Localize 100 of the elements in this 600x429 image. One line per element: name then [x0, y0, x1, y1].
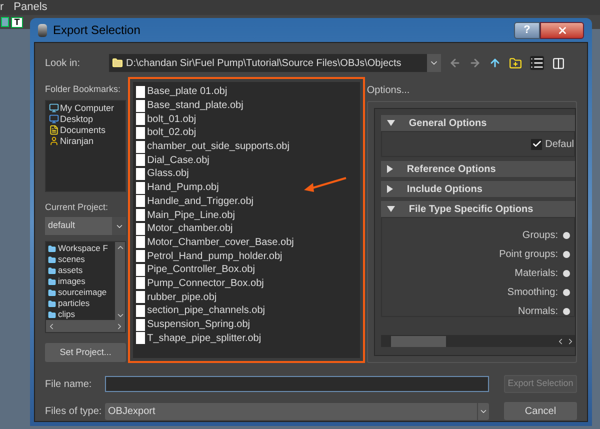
field-label: File name: — [45, 378, 93, 392]
vertical-scrollbar[interactable] — [115, 242, 126, 321]
back-icon[interactable] — [449, 57, 461, 69]
project-dropdown[interactable]: default — [45, 217, 126, 235]
scroll-down-icon[interactable] — [116, 311, 125, 320]
option-label: Groups: — [522, 229, 558, 243]
radio-button[interactable] — [563, 289, 570, 296]
scroll-left-icon[interactable] — [47, 322, 56, 330]
app-icon — [38, 24, 47, 36]
forward-icon[interactable] — [469, 57, 481, 69]
folder-item[interactable]: assets — [58, 265, 83, 276]
field-label: Files of type: — [45, 404, 103, 418]
field-label: Look in: — [45, 56, 82, 70]
file-icon — [136, 154, 146, 166]
file-icon — [136, 168, 146, 180]
checkbox[interactable] — [531, 138, 542, 150]
file-item[interactable]: Motor_chamber.obj — [147, 221, 233, 236]
section-header[interactable]: File Type Specific Options — [380, 201, 575, 217]
folder-item[interactable]: sourceimage — [58, 287, 107, 298]
look-in-dropdown[interactable]: D:\chandan Sir\Fuel Pump\Tutorial\Source Files\OBJs\Objects — [109, 54, 441, 72]
option-label: Normals: — [518, 305, 558, 319]
folder-icon — [48, 310, 56, 318]
file-icon — [136, 264, 146, 276]
bookmark-item[interactable]: Documents — [60, 124, 106, 136]
file-type-dropdown[interactable]: OBJexport — [105, 402, 489, 420]
file-item[interactable]: Main_Pipe_Line.obj — [147, 208, 235, 223]
cancel-button[interactable]: Cancel — [504, 402, 577, 420]
option-label: Materials: — [514, 267, 558, 281]
folder-item[interactable]: clips — [58, 309, 76, 320]
file-item[interactable]: T_shape_pipe_splitter.obj — [147, 330, 262, 346]
file-item[interactable]: Base_stand_plate.obj — [147, 98, 244, 114]
bookmark-item[interactable]: My Computer — [60, 102, 114, 114]
file-item[interactable]: chamber_out_side_supports.obj — [147, 139, 290, 154]
collapsed-triangle-icon[interactable] — [386, 185, 393, 193]
list-view-icon[interactable] — [530, 56, 544, 70]
radio-button[interactable] — [563, 308, 570, 315]
detail-view-icon[interactable] — [552, 56, 565, 70]
expanded-triangle-icon[interactable] — [386, 206, 395, 212]
folder-item[interactable]: particles — [58, 298, 90, 309]
horizontal-scrollbar[interactable] — [380, 335, 575, 347]
bookmark-item[interactable]: Desktop — [60, 114, 94, 124]
menu-item[interactable]: r — [0, 0, 4, 16]
documents-icon — [49, 125, 59, 135]
file-icon — [136, 291, 146, 304]
section-label: Current Project: — [45, 200, 110, 214]
file-icon — [136, 113, 146, 126]
annotation-arrow — [303, 177, 347, 193]
section-header[interactable]: Include Options — [380, 181, 575, 197]
folder-icon — [112, 57, 123, 69]
close-button[interactable] — [540, 22, 584, 38]
file-icon — [136, 236, 146, 248]
section-header[interactable]: Reference Options — [380, 161, 575, 177]
file-item[interactable]: Motor_Chamber_cover_Base.obj — [147, 234, 294, 250]
file-icon — [136, 209, 146, 222]
file-icon — [136, 86, 146, 98]
folder-item[interactable]: scenes — [58, 254, 85, 265]
file-item[interactable]: Hand_Pump.obj — [147, 180, 219, 196]
folder-icon — [48, 244, 56, 252]
file-item[interactable]: bolt_01.obj — [147, 112, 196, 127]
option-label: Point groups: — [499, 248, 558, 262]
file-item[interactable]: section_pipe_channels.obj — [147, 303, 265, 318]
file-icon — [136, 182, 146, 194]
scroll-up-icon[interactable] — [116, 243, 125, 252]
checkbox-label: Defaul — [545, 138, 574, 152]
file-item[interactable]: Suspension_Spring.obj — [147, 317, 250, 332]
new-folder-icon[interactable] — [509, 56, 522, 70]
up-folder-icon[interactable] — [489, 57, 501, 69]
file-item[interactable]: rubber_pipe.obj — [147, 290, 217, 305]
text-tool-button[interactable]: T — [11, 16, 23, 28]
file-item[interactable]: Pipe_Controller_Box.obj — [147, 262, 255, 278]
bookmark-item[interactable]: Niranjan — [60, 136, 94, 146]
menu-item[interactable]: Panels — [14, 0, 48, 16]
file-icon — [136, 140, 146, 153]
scroll-left-icon[interactable] — [556, 336, 565, 346]
file-item[interactable]: Glass.obj — [147, 166, 189, 182]
collapsed-triangle-icon[interactable] — [386, 165, 393, 173]
option-label: Smoothing: — [507, 286, 558, 300]
folder-item[interactable]: Workspace F — [58, 243, 108, 254]
horizontal-scrollbar[interactable] — [46, 320, 126, 332]
radio-button[interactable] — [563, 251, 570, 258]
user-icon — [49, 136, 59, 146]
section-label: Folder Bookmarks: — [45, 83, 122, 96]
file-item[interactable]: Dial_Case.obj — [147, 152, 210, 168]
folder-item[interactable]: images — [58, 276, 86, 287]
file-icon — [136, 332, 146, 344]
file-name-field[interactable] — [105, 376, 489, 392]
file-item[interactable]: Petrol_Hand_pump_holder.obj — [147, 248, 282, 264]
expanded-triangle-icon[interactable] — [386, 120, 395, 126]
folder-icon — [48, 278, 56, 286]
radio-button[interactable] — [563, 232, 570, 239]
section-header[interactable]: General Options — [380, 115, 575, 131]
file-item[interactable]: Base_plate 01.obj — [147, 84, 228, 100]
radio-button[interactable] — [563, 270, 570, 277]
file-item[interactable]: Pump_Connector_Box.obj — [147, 276, 264, 291]
file-item[interactable]: Handle_and_Trigger.obj — [147, 194, 254, 209]
file-icon — [136, 195, 146, 208]
close-icon — [556, 24, 568, 36]
scroll-right-icon[interactable] — [566, 336, 575, 346]
file-item[interactable]: bolt_02.obj — [147, 125, 196, 140]
set-project-button[interactable]: Set Project... — [45, 343, 126, 362]
